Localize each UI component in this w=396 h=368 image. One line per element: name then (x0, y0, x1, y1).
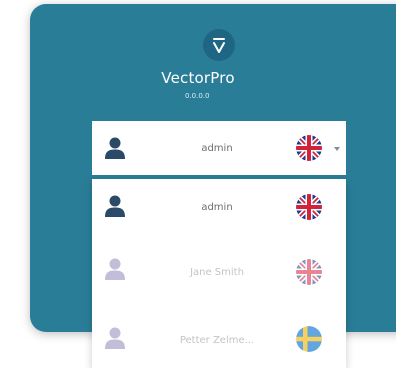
selected-user-name: admin (201, 143, 233, 154)
user-option-name: Jane Smith (190, 267, 244, 278)
uk-flag-icon (296, 259, 322, 285)
uk-flag-icon (296, 135, 322, 161)
user-option-name: Petter Zelme... (179, 335, 255, 346)
login-screen: VectorPro 0.0.0.0 admin admin Jane Smith… (0, 0, 396, 368)
chevron-down-icon[interactable] (333, 145, 341, 153)
user-dropdown-list: admin Jane Smith Petter Zelme... (92, 179, 346, 368)
sweden-flag-icon (296, 326, 322, 352)
user-icon (105, 195, 125, 217)
user-option-admin[interactable]: admin (92, 179, 346, 239)
user-icon (105, 258, 125, 280)
uk-flag-icon (296, 194, 322, 220)
user-icon (105, 137, 125, 159)
user-option-petter-zelme[interactable]: Petter Zelme... (92, 305, 346, 365)
user-icon (105, 327, 125, 349)
user-option-jane-smith[interactable]: Jane Smith (92, 241, 346, 301)
app-name: VectorPro (161, 69, 235, 87)
user-select-dropdown[interactable]: admin (92, 121, 346, 177)
user-option-name: admin (201, 202, 233, 213)
vectorpro-logo-icon (203, 29, 235, 61)
app-version: 0.0.0.0 (185, 92, 210, 100)
